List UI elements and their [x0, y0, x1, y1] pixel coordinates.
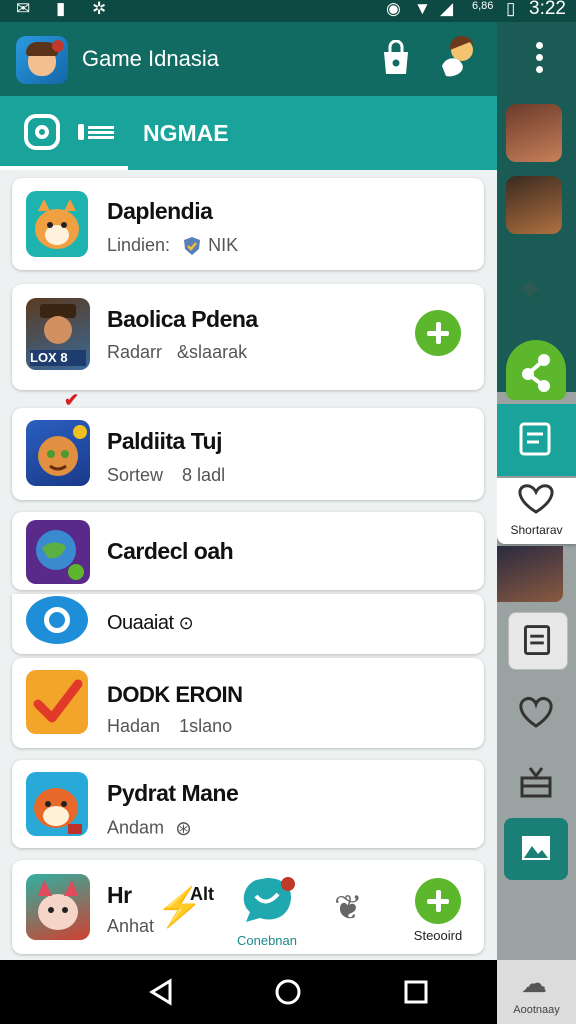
- battery-icon: ▯: [506, 0, 516, 18]
- item-subtitle-text: Lindien:: [107, 235, 171, 255]
- favorite-label: Shortarav: [510, 523, 563, 537]
- status-bar: ✉ ▮ ✲ ◉ ▼ ◢ 6,86 ▯ 3:22: [0, 0, 576, 22]
- game-badge: LOX 8: [30, 350, 68, 365]
- target-icon[interactable]: [26, 596, 88, 644]
- item-meta: 1slano: [179, 716, 233, 736]
- system-nav-bar: ☁ Aootnaay: [0, 960, 576, 1024]
- item-title: Pydrat Mane: [107, 780, 239, 806]
- item-subtitle: Sortew 8 ladl: [107, 465, 225, 486]
- leaf-icon[interactable]: ❦: [334, 888, 363, 928]
- status-small-text: 6,86: [472, 0, 494, 12]
- clock-icon: ⊙: [178, 613, 194, 633]
- item-subtitle: Anhat: [107, 916, 155, 936]
- list-item[interactable]: LOX 8 Baolica Pdena Radarr &slaarak: [12, 284, 484, 390]
- cloud-icon: ☁: [521, 968, 547, 998]
- item-subtitle: Lindien: NIK: [107, 235, 238, 257]
- chat-bubble-icon: [243, 877, 295, 922]
- app-bar: Game Idnasia: [0, 22, 497, 96]
- item-subtitle-text: Hadan: [107, 716, 161, 736]
- list-item[interactable]: Ouaaiat ⊙: [12, 594, 484, 654]
- chat-label: Conebnan: [237, 933, 297, 948]
- item-subtitle-text: Andam: [107, 817, 165, 838]
- alarm-icon: ◉: [386, 0, 401, 18]
- game-thumbnail: [26, 772, 88, 836]
- list-item[interactable]: Pydrat Mane Andam ⊛: [12, 760, 484, 848]
- shopping-bag-icon[interactable]: [380, 40, 412, 76]
- list-item[interactable]: Daplendia Lindien: NIK: [12, 178, 484, 270]
- game-thumbnail: [26, 670, 88, 734]
- list-item[interactable]: Cardecl oah: [12, 512, 484, 590]
- item-meta: NIK: [208, 235, 239, 255]
- gear-icon: ✲: [92, 0, 107, 18]
- share-icon: [522, 354, 550, 392]
- item-title-text: Ouaaiat: [107, 612, 174, 634]
- item-meta: Alt: [190, 884, 214, 904]
- gmail-icon: ✉: [16, 0, 31, 18]
- item-subtitle-text: Radarr: [107, 342, 163, 362]
- document-icon: [524, 625, 551, 655]
- verified-shield-icon: [184, 237, 201, 256]
- tab-bar: NGMAE: [0, 96, 497, 170]
- item-title: Ouaaiat ⊙: [107, 612, 194, 635]
- image-icon: [522, 836, 550, 860]
- item-title: Hr: [107, 882, 132, 908]
- side-avatar-3[interactable]: [497, 546, 563, 602]
- pin-icon[interactable]: ✦: [516, 270, 545, 310]
- share-button[interactable]: [506, 340, 566, 400]
- profile-avatar-icon[interactable]: [440, 36, 480, 80]
- item-subtitle: Radarr &slaarak: [107, 342, 247, 363]
- game-thumbnail: [26, 874, 90, 940]
- favorite-button[interactable]: Shortarav: [497, 478, 576, 544]
- side-corner[interactable]: ☁ Aootnaay: [497, 960, 576, 1024]
- item-meta: &slaarak: [177, 342, 248, 362]
- wifi-icon: ▼: [414, 0, 431, 18]
- corner-label: Aootnaay: [513, 1004, 560, 1016]
- item-title: Paldiita Tuj: [107, 428, 222, 454]
- tab-label-active[interactable]: NGMAE: [143, 120, 229, 147]
- item-subtitle-text: Sortew: [107, 465, 164, 485]
- side-avatar-1[interactable]: [506, 104, 562, 162]
- item-title: DODK EROIN: [107, 682, 243, 707]
- home-icon[interactable]: [273, 977, 303, 1007]
- signal-icon: ◢: [440, 0, 454, 18]
- add-label: Steooird: [413, 928, 463, 943]
- notes-button[interactable]: [497, 404, 576, 476]
- gallery-button[interactable]: [504, 818, 568, 880]
- bookmark-icon: ▮: [56, 0, 66, 18]
- game-thumbnail: [26, 420, 90, 486]
- item-title: Cardecl oah: [107, 538, 234, 564]
- back-icon[interactable]: [146, 977, 176, 1007]
- item-subtitle: Hadan 1slano: [107, 716, 232, 737]
- item-title: Daplendia: [107, 198, 213, 224]
- add-button[interactable]: [415, 310, 461, 356]
- list-item[interactable]: Hr Anhat ⚡ Alt Conebnan ❦ Steooird: [12, 860, 484, 954]
- heart-icon: [518, 484, 554, 514]
- status-time: 3:22: [529, 0, 566, 19]
- item-title: Baolica Pdena: [107, 306, 258, 332]
- home-tab-icon[interactable]: [24, 114, 60, 150]
- app-logo[interactable]: [16, 36, 68, 84]
- heart-outline-icon[interactable]: [516, 694, 556, 730]
- item-subtitle: Andam ⊛: [107, 816, 192, 841]
- screen: ✉ ▮ ✲ ◉ ▼ ◢ 6,86 ▯ 3:22 Game Idnasia ✦ S…: [0, 0, 576, 1024]
- document-button[interactable]: [508, 612, 568, 670]
- list-item[interactable]: DODK EROIN Hadan 1slano: [12, 658, 484, 748]
- add-button[interactable]: [415, 878, 461, 924]
- menu-list-icon[interactable]: [78, 124, 114, 140]
- chat-action[interactable]: Conebnan: [232, 874, 302, 950]
- game-thumbnail: LOX 8: [26, 298, 90, 370]
- app-title: Game Idnasia: [82, 46, 219, 71]
- side-avatar-2[interactable]: [506, 176, 562, 234]
- game-thumbnail: [26, 191, 88, 257]
- game-thumbnail: [26, 520, 90, 584]
- inbox-icon[interactable]: [516, 762, 556, 802]
- recents-icon[interactable]: [401, 977, 431, 1007]
- list-item[interactable]: Paldiita Tuj Sortew 8 ladl: [12, 408, 484, 500]
- notes-icon: [519, 422, 551, 456]
- more-options-icon[interactable]: [536, 42, 544, 78]
- settings-circle-icon: ⊛: [175, 818, 192, 840]
- item-meta: 8 ladl: [182, 465, 226, 485]
